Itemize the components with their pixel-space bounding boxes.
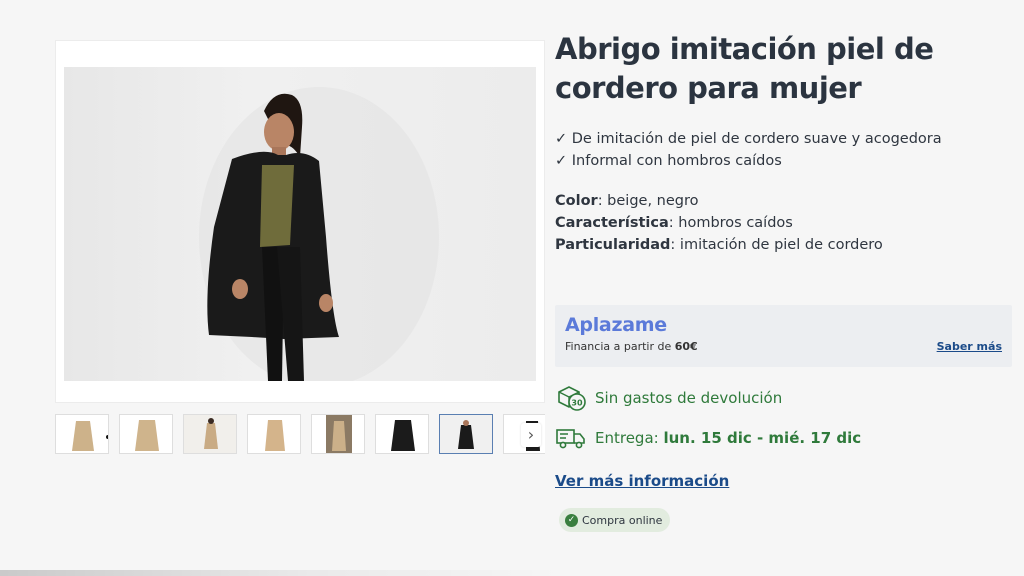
aplazame-logo: Aplazame — [565, 314, 667, 336]
highlight-item: ✓ Informal con hombros caídos — [555, 153, 782, 169]
thumbnail-6[interactable] — [375, 414, 429, 454]
thumbnail-7[interactable] — [439, 414, 493, 454]
product-title: Abrigo imitación piel de cordero para mu… — [555, 32, 934, 105]
thumbnail-2[interactable] — [119, 414, 173, 454]
thumbnail-4[interactable] — [247, 414, 301, 454]
online-purchase-badge: ✓ Compra online — [559, 508, 671, 532]
spec-row-color: Color: beige, negro — [555, 193, 699, 209]
check-circle-icon: ✓ — [565, 513, 578, 527]
thumbnail-1[interactable] — [55, 414, 109, 454]
truck-icon — [555, 424, 587, 452]
product-photo[interactable] — [64, 67, 536, 381]
delivery-text: Entrega: lun. 15 dic - mié. 17 dic — [595, 429, 862, 447]
main-image-container[interactable] — [55, 40, 545, 403]
highlight-item: ✓ De imitación de piel de cordero suave … — [555, 131, 942, 147]
return-30-icon: 30 — [555, 384, 587, 412]
thumbnail-3[interactable] — [183, 414, 237, 454]
more-info-link[interactable]: Ver más información — [555, 472, 729, 490]
product-highlights: ✓ De imitación de piel de cordero suave … — [555, 128, 1015, 172]
model-illustration — [199, 87, 439, 381]
financing-text: Financia a partir de 60€ — [565, 340, 698, 353]
product-specs: Color: beige, negro Característica: homb… — [555, 190, 1015, 256]
financing-box: Aplazame Financia a partir de 60€ Saber … — [555, 305, 1012, 367]
spec-row-particularity: Particularidad: imitación de piel de cor… — [555, 237, 883, 253]
returns-text: Sin gastos de devolución — [595, 389, 783, 407]
learn-more-link[interactable]: Saber más — [937, 340, 1002, 353]
badge-label: Compra online — [582, 513, 663, 527]
bottom-shadow — [0, 570, 1024, 576]
delivery-info: Entrega: lun. 15 dic - mié. 17 dic — [555, 424, 861, 452]
indicator-dot — [106, 435, 108, 439]
spec-row-feature: Característica: hombros caídos — [555, 215, 793, 231]
thumbnail-5[interactable] — [311, 414, 365, 454]
chevron-right-icon[interactable]: › — [521, 423, 541, 447]
svg-text:30: 30 — [571, 399, 583, 408]
free-returns: 30 Sin gastos de devolución — [555, 384, 815, 412]
thumbnail-strip — [55, 414, 545, 458]
